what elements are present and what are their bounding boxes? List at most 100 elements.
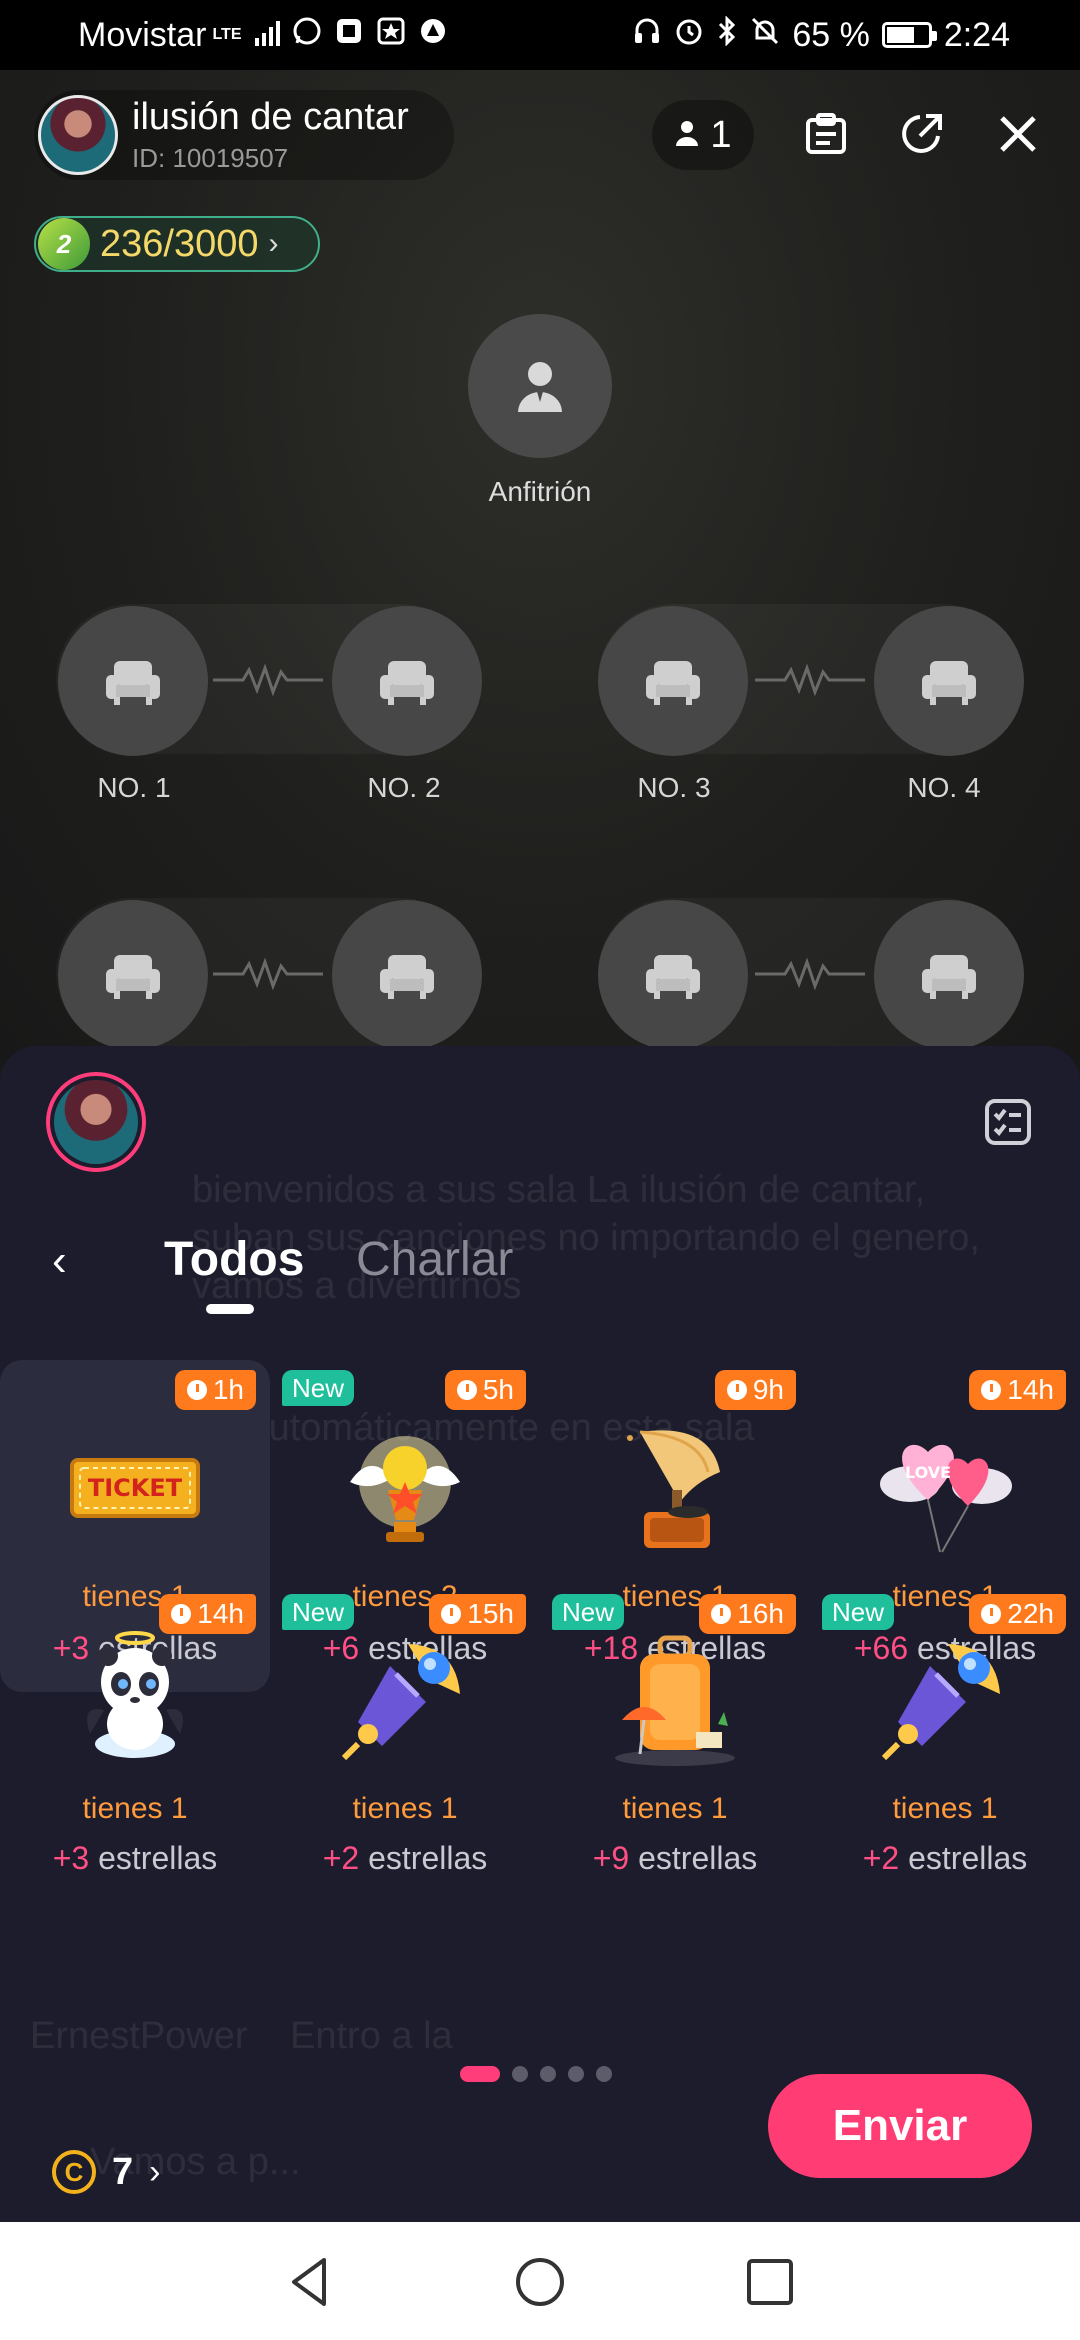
signal-icon — [254, 16, 280, 55]
connection-wave-icon — [755, 957, 865, 991]
room-avatar[interactable] — [38, 95, 118, 175]
gift-recipient-avatar[interactable] — [46, 1072, 146, 1172]
stars-plus: +2 — [322, 1840, 360, 1876]
armchair-icon — [922, 661, 976, 705]
connection-wave-icon — [755, 663, 865, 697]
status-bar: Movistar LTE 65 % 2:24 — [0, 0, 1080, 70]
clock-icon — [711, 1604, 732, 1624]
person-icon — [674, 114, 700, 157]
coin-balance-button[interactable]: C 7 › — [52, 2150, 160, 2194]
gift-item[interactable]: New 22h tienes 1 +2 estrellas — [810, 1584, 1080, 1884]
mic-seat[interactable] — [598, 606, 748, 756]
expiry-timer-badge: 9h — [714, 1370, 796, 1410]
host-seat[interactable] — [468, 314, 612, 458]
select-recipients-button[interactable] — [984, 1098, 1032, 1146]
level-progress: 236/3000 — [100, 222, 259, 265]
room-id: ID: 10019507 — [132, 143, 289, 173]
nav-back-button[interactable] — [280, 2252, 340, 2312]
system-navigation-bar — [0, 2222, 1080, 2340]
clock-icon — [981, 1604, 1002, 1624]
expiry-timer-text: 9h — [752, 1374, 784, 1405]
mic-seat[interactable] — [874, 606, 1024, 756]
page-dot[interactable] — [460, 2066, 500, 2082]
coin-icon: C — [52, 2150, 96, 2194]
new-badge: New — [282, 1370, 355, 1406]
muted-bell-icon — [750, 16, 780, 55]
armchair-icon — [106, 661, 160, 705]
owned-count: tienes 1 — [892, 1792, 998, 1825]
mic-seat[interactable] — [874, 900, 1024, 1050]
online-users-count: 1 — [710, 113, 732, 156]
armchair-icon — [380, 955, 434, 999]
coin-balance: 7 — [112, 2150, 134, 2193]
gramophone-icon — [600, 1412, 750, 1562]
nav-home-button[interactable] — [510, 2252, 570, 2312]
room-info[interactable]: ilusión de cantar ID: 10019507 — [34, 90, 454, 180]
stars-reward: +9 estrellas — [540, 1840, 810, 1877]
network-label: LTE — [212, 26, 242, 43]
room-name: ilusión de cantar — [132, 96, 409, 138]
page-dot[interactable] — [540, 2066, 556, 2082]
send-gift-button[interactable]: Enviar — [768, 2074, 1032, 2178]
stars-plus: +3 — [52, 1840, 90, 1876]
svg-text:TICKET: TICKET — [88, 1474, 183, 1502]
page-dot[interactable] — [568, 2066, 584, 2082]
clock-icon — [186, 1380, 207, 1400]
stars-label: estrellas — [98, 1840, 218, 1876]
armchair-icon — [646, 661, 700, 705]
mic-seat[interactable] — [332, 606, 482, 756]
tab-charlar[interactable]: Charlar — [356, 1232, 513, 1287]
svg-text:LOVE: LOVE — [905, 1463, 951, 1482]
clock-icon — [726, 1380, 747, 1400]
room-level-pill[interactable]: 2 236/3000 › — [34, 216, 320, 272]
gift-item[interactable]: 14h tienes 1 +3 estrellas — [0, 1584, 270, 1884]
close-room-button[interactable] — [990, 106, 1046, 162]
clock-icon — [456, 1380, 477, 1400]
app-notification-icon — [334, 16, 364, 55]
clock-icon — [441, 1604, 462, 1624]
page-indicator — [460, 2066, 612, 2082]
gift-panel: bienvenidos a sus sala La ilusión de can… — [0, 1046, 1080, 2222]
mic-seat[interactable] — [598, 900, 748, 1050]
vpn-icon — [418, 16, 448, 55]
connection-wave-icon — [213, 663, 323, 697]
online-users-button[interactable]: 1 — [652, 100, 754, 170]
stars-plus: +9 — [592, 1840, 630, 1876]
share-button[interactable] — [894, 106, 950, 162]
chevron-right-icon: › — [268, 227, 279, 260]
announcement-button[interactable] — [798, 106, 854, 162]
tab-todos[interactable]: Todos — [164, 1232, 304, 1287]
clock-icon — [171, 1604, 192, 1624]
stars-label: estrellas — [368, 1840, 488, 1876]
expiry-timer-badge: 14h — [969, 1370, 1066, 1410]
mic-seat[interactable] — [58, 606, 208, 756]
square-recents-icon — [747, 2259, 793, 2305]
gift-item[interactable]: New 15h tienes 1 +2 estrellas — [270, 1584, 540, 1884]
clipboard-icon — [806, 113, 846, 154]
back-arrow-icon[interactable]: ‹ — [52, 1236, 67, 1286]
armchair-icon — [922, 955, 976, 999]
chevron-right-icon: › — [149, 2152, 161, 2191]
clock-time: 2:24 — [943, 15, 1010, 54]
owned-count: tienes 1 — [352, 1792, 458, 1825]
gift-item[interactable]: New 16h tienes 1 +9 estrellas — [540, 1584, 810, 1884]
close-icon — [1000, 116, 1036, 152]
page-dot[interactable] — [596, 2066, 612, 2082]
alarm-icon — [674, 16, 704, 55]
suitcase-icon — [600, 1624, 750, 1774]
mic-seat[interactable] — [58, 900, 208, 1050]
page-dot[interactable] — [512, 2066, 528, 2082]
triangle-back-icon — [292, 2258, 326, 2306]
expiry-timer-text: 5h — [482, 1374, 514, 1405]
stars-reward: +2 estrellas — [270, 1840, 540, 1877]
mic-seat[interactable] — [332, 900, 482, 1050]
stars-label: estrellas — [908, 1840, 1028, 1876]
battery-percent: 65 % — [792, 15, 870, 54]
carrier-label: Movistar — [78, 15, 207, 54]
checklist-icon — [985, 1099, 1031, 1145]
nav-recents-button[interactable] — [740, 2252, 800, 2312]
owned-count: tienes 1 — [82, 1792, 188, 1825]
ticket-icon: TICKET — [60, 1412, 210, 1562]
angel-panda-icon — [60, 1624, 210, 1774]
gem-scepter-icon — [330, 1624, 480, 1774]
